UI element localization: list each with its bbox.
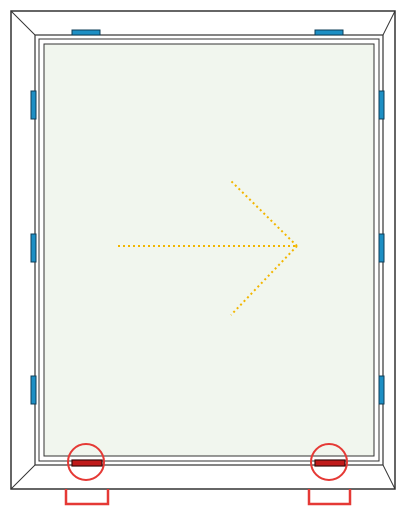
hinge-left-2 bbox=[30, 233, 37, 263]
sash-inner-edge bbox=[43, 43, 375, 457]
sash-frame bbox=[38, 38, 380, 462]
lock-brackets bbox=[64, 489, 352, 506]
hinge-top-left bbox=[71, 29, 101, 36]
hinge-left-3 bbox=[30, 375, 37, 405]
lock-bottom-left bbox=[71, 459, 103, 467]
lock-bottom-right bbox=[314, 459, 346, 467]
diagram-canvas bbox=[10, 10, 396, 506]
hinge-left-1 bbox=[30, 90, 37, 120]
hinge-right-2 bbox=[378, 233, 385, 263]
bracket-right bbox=[307, 489, 352, 506]
hinge-right-3 bbox=[378, 375, 385, 405]
hinge-top-right bbox=[314, 29, 344, 36]
bracket-left bbox=[64, 489, 110, 506]
window-diagram bbox=[0, 0, 397, 506]
hinge-right-1 bbox=[378, 90, 385, 120]
